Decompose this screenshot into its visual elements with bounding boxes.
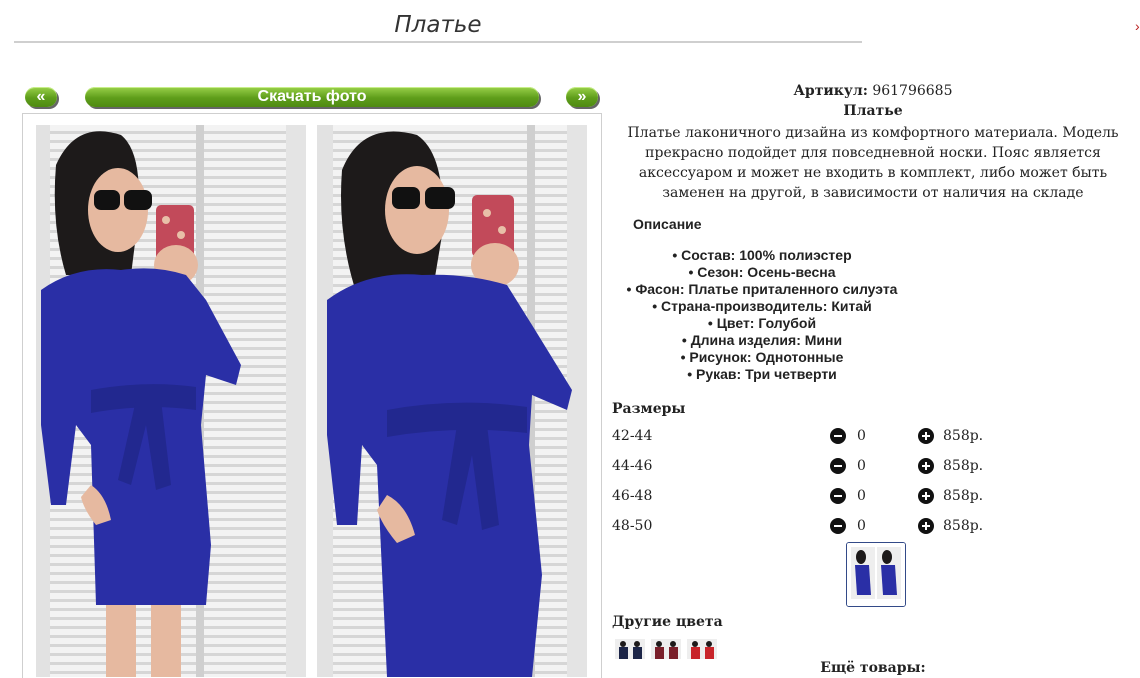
color-swatch-burgundy[interactable] [651, 639, 681, 659]
size-quantity: 0 [857, 518, 866, 534]
spec-item: Фасон: Платье приталенного силуэта [612, 281, 912, 298]
product-photo-right[interactable] [317, 125, 587, 677]
size-label: 46-48 [612, 488, 653, 504]
thumbnail-image [847, 543, 905, 606]
minus-icon[interactable] [830, 458, 846, 474]
sizes-heading: Размеры [612, 401, 686, 417]
article-line: Артикул: 961796685 [612, 83, 1134, 99]
swatch-image [651, 639, 681, 659]
plus-icon[interactable] [918, 428, 934, 444]
spec-item: Страна-производитель: Китай [612, 298, 912, 315]
dress-photo-image-2 [317, 125, 587, 677]
size-label: 44-46 [612, 458, 653, 474]
size-quantity: 0 [857, 458, 866, 474]
minus-icon[interactable] [830, 518, 846, 534]
dress-photo-image [36, 125, 306, 677]
product-photo-left[interactable] [36, 125, 306, 677]
product-description: Платье лаконичного дизайна из комфортног… [627, 125, 1119, 201]
specs-list: Состав: 100% полиэстер Сезон: Осень-весн… [612, 247, 912, 383]
edge-icon: › [1135, 18, 1140, 34]
next-photo-button[interactable]: » [566, 87, 598, 107]
size-row: 44-46 0 858р. [612, 458, 1012, 478]
page-title: Платье [394, 12, 482, 38]
size-label: 42-44 [612, 428, 653, 444]
size-row: 48-50 0 858р. [612, 518, 1012, 538]
product-name: Платье [843, 103, 903, 119]
spec-item: Длина изделия: Мини [612, 332, 912, 349]
size-label: 48-50 [612, 518, 653, 534]
plus-icon[interactable] [918, 458, 934, 474]
article-value: 961796685 [872, 83, 953, 99]
swatch-image [687, 639, 717, 659]
spec-item: Состав: 100% полиэстер [612, 247, 912, 264]
spec-item: Цвет: Голубой [612, 315, 912, 332]
minus-icon[interactable] [830, 428, 846, 444]
size-price: 858р. [943, 518, 984, 534]
photo-thumbnail[interactable] [846, 542, 906, 607]
size-row: 46-48 0 858р. [612, 488, 1012, 508]
size-price: 858р. [943, 428, 984, 444]
size-price: 858р. [943, 458, 984, 474]
size-price: 858р. [943, 488, 984, 504]
article-label: Артикул: [793, 83, 868, 99]
prev-photo-button[interactable]: « [25, 87, 57, 107]
color-swatch-navy[interactable] [615, 639, 645, 659]
more-products-heading: Ещё товары: [820, 660, 926, 676]
minus-icon[interactable] [830, 488, 846, 504]
spec-item: Сезон: Осень-весна [612, 264, 912, 281]
spec-item: Рисунок: Однотонные [612, 349, 912, 366]
title-divider [14, 41, 862, 43]
size-quantity: 0 [857, 428, 866, 444]
color-swatch-red[interactable] [687, 639, 717, 659]
plus-icon[interactable] [918, 488, 934, 504]
spec-item: Рукав: Три четверти [612, 366, 912, 383]
other-colors-heading: Другие цвета [612, 614, 723, 630]
swatch-image [615, 639, 645, 659]
specs-heading: Описание [633, 216, 702, 232]
size-row: 42-44 0 858р. [612, 428, 1012, 448]
size-quantity: 0 [857, 488, 866, 504]
download-photo-button[interactable]: Скачать фото [85, 87, 539, 107]
plus-icon[interactable] [918, 518, 934, 534]
